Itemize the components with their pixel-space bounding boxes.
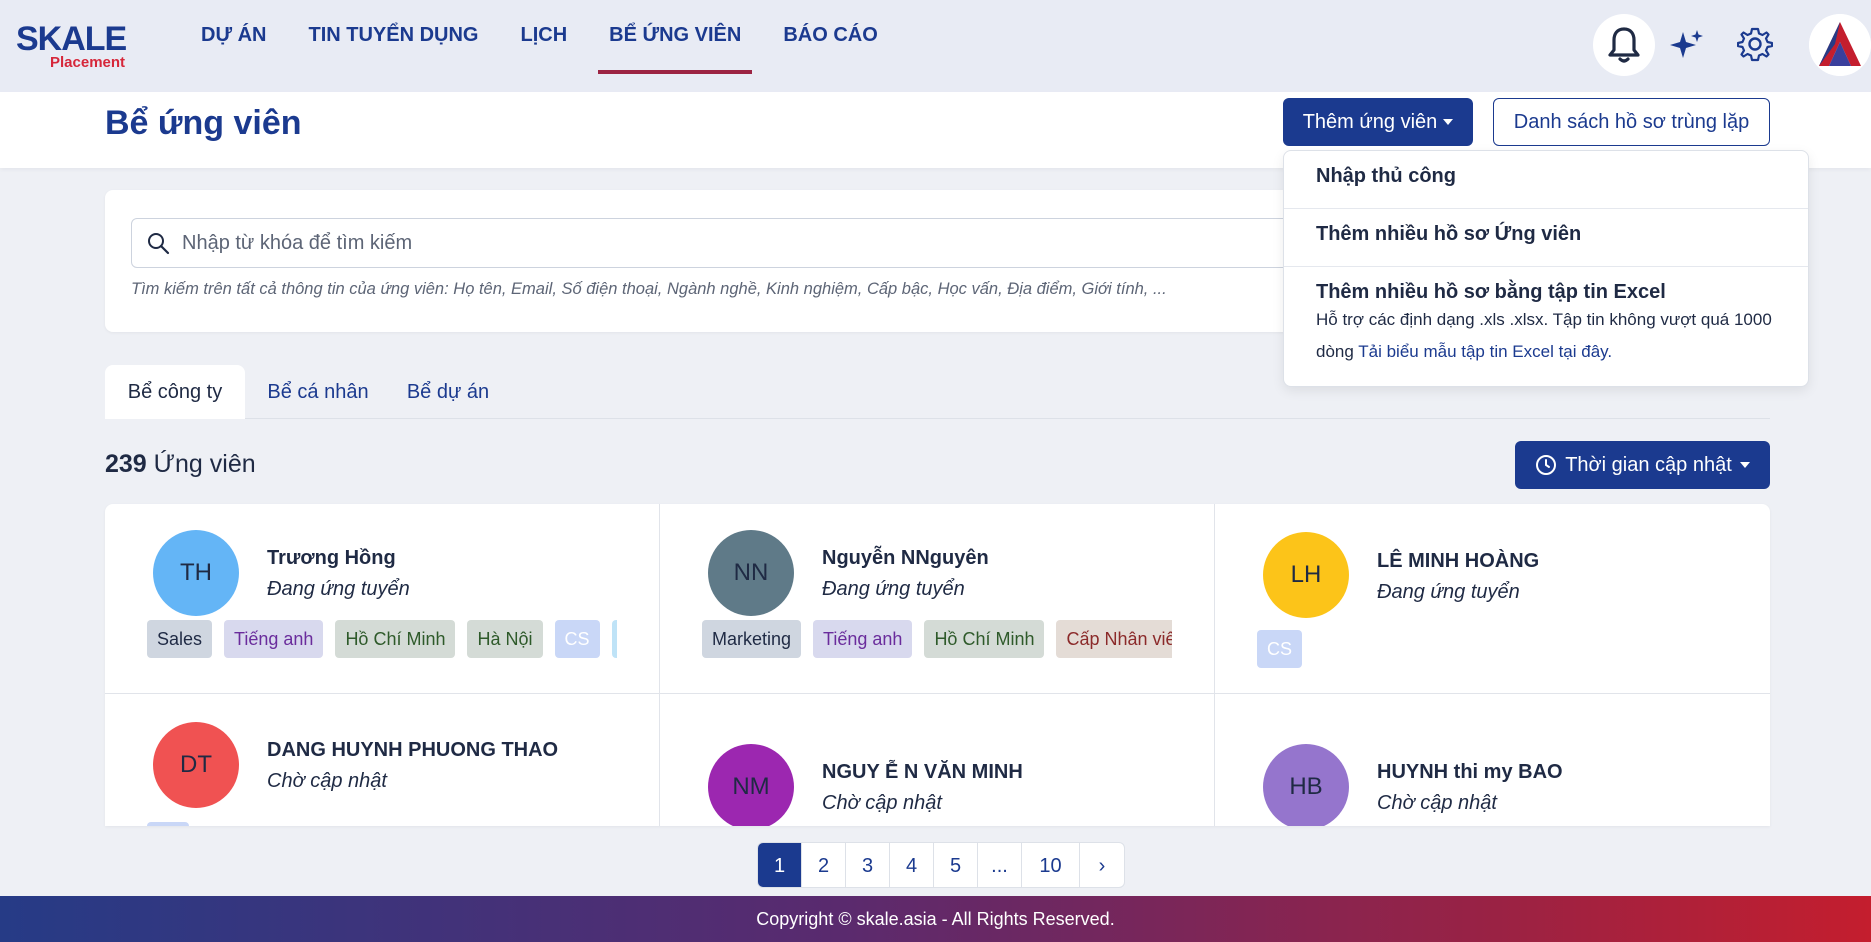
candidate-card[interactable]: HB HUYNH thi my BAO Chờ cập nhật	[1215, 694, 1770, 826]
tag: Sales	[147, 620, 213, 658]
avatar: LH	[1263, 532, 1349, 618]
notification-button[interactable]	[1593, 14, 1655, 76]
clock-icon	[1536, 455, 1557, 475]
candidate-status: Chờ cập nhật	[267, 770, 387, 792]
candidate-name: NGUY Ễ N VĂN MINH	[822, 761, 1023, 783]
dropdown-item-label: Nhập thủ công	[1316, 165, 1456, 187]
download-template-link[interactable]: Tải biểu mẫu tập tin Excel tại đây.	[1358, 342, 1612, 361]
tag-row	[147, 822, 617, 826]
candidate-card[interactable]: NM NGUY Ễ N VĂN MINH Chờ cập nhật	[660, 694, 1215, 826]
tag: Hồ Chí Minh	[335, 620, 456, 658]
candidate-name: DANG HUYNH PHUONG THAO	[267, 739, 559, 761]
add-candidate-label: Thêm ứng viên	[1302, 110, 1438, 133]
sort-button[interactable]: Thời gian cập nhật	[1515, 441, 1770, 489]
tab-company-pool[interactable]: Bể công ty	[105, 365, 245, 419]
tag: Tiếng anh	[813, 620, 913, 658]
pagination: 1 2 3 4 5 ... 10 ›	[757, 842, 1125, 888]
tab-personal-pool[interactable]: Bể cá nhân	[263, 365, 373, 419]
tag	[147, 822, 189, 826]
dropdown-divider	[1284, 266, 1808, 267]
add-candidate-dropdown: Nhập thủ công Thêm nhiều hồ sơ Ứng viên …	[1283, 150, 1809, 387]
tag: CS	[554, 620, 600, 658]
settings-button[interactable]	[1735, 24, 1775, 64]
candidate-card[interactable]: LH LÊ MINH HOÀNG Đang ứng tuyển CS	[1215, 504, 1770, 694]
candidate-name: Trương Hồng	[267, 547, 396, 569]
candidate-card[interactable]: DT DANG HUYNH PHUONG THAO Chờ cập nhật	[105, 694, 660, 826]
copyright-text: Copyright © skale.asia - All Rights Rese…	[756, 908, 1115, 929]
tag: Tiếng anh	[224, 620, 324, 658]
candidate-status: Đang ứng tuyển	[822, 578, 965, 600]
main-menu: DỰ ÁN TIN TUYỂN DỤNG LỊCH BỂ ỨNG VIÊN BÁ…	[190, 0, 909, 92]
excel-description: Hỗ trợ các định dạng .xls .xlsx. Tập tin…	[1316, 304, 1786, 368]
candidate-name: LÊ MINH HOÀNG	[1377, 550, 1540, 572]
next-page-button[interactable]: ›	[1080, 843, 1124, 887]
search-icon	[146, 231, 170, 260]
candidate-count: 239 Ứng viên	[105, 450, 256, 479]
tag: Cấp Nhân viên	[1056, 620, 1172, 658]
avatar: NN	[708, 530, 794, 616]
add-candidate-button[interactable]: Thêm ứng viên	[1283, 98, 1473, 146]
ai-assistant-button[interactable]	[1668, 26, 1706, 64]
candidate-card[interactable]: TH Trương Hồng Đang ứng tuyển Sales Tiến…	[105, 504, 660, 694]
menu-item-lich[interactable]: LỊCH	[509, 0, 578, 74]
menu-item-be-ung-vien[interactable]: BỂ ỨNG VIÊN	[598, 0, 753, 74]
dropdown-item-label: Thêm nhiều hồ sơ Ứng viên	[1316, 223, 1582, 245]
tag	[611, 620, 617, 658]
page-button-4[interactable]: 4	[890, 843, 934, 887]
candidate-name: HUYNH thi my BAO	[1377, 761, 1563, 783]
page-ellipsis: ...	[978, 843, 1022, 887]
gear-icon	[1737, 27, 1773, 62]
dropdown-divider	[1284, 208, 1808, 209]
page-button-5[interactable]: 5	[934, 843, 978, 887]
page-button-1[interactable]: 1	[758, 843, 802, 887]
candidate-card[interactable]: NN Nguyễn NNguyên Đang ứng tuyển Marketi…	[660, 504, 1215, 694]
caret-down-icon	[1443, 119, 1454, 125]
logo-subtitle: Placement	[50, 54, 126, 71]
avatar: HB	[1263, 744, 1349, 826]
tag-row: Sales Tiếng anh Hồ Chí Minh Hà Nội CS	[147, 620, 617, 658]
menu-item-tin-tuyen-dung[interactable]: TIN TUYỂN DỤNG	[297, 0, 489, 74]
search-hint: Tìm kiếm trên tất cả thông tin của ứng v…	[131, 280, 1167, 298]
menu-item-bao-cao[interactable]: BÁO CÁO	[772, 0, 888, 74]
candidate-grid: TH Trương Hồng Đang ứng tuyển Sales Tiến…	[105, 504, 1770, 826]
caret-down-icon	[1739, 462, 1750, 468]
user-avatar-logo-icon	[1809, 14, 1871, 76]
dropdown-item-label: Thêm nhiều hồ sơ bằng tập tin Excel	[1316, 281, 1666, 303]
sparkle-icon	[1670, 30, 1703, 58]
tag-row: Marketing Tiếng anh Hồ Chí Minh Cấp Nhân…	[702, 620, 1172, 658]
menu-item-du-an[interactable]: DỰ ÁN	[190, 0, 277, 74]
duplicate-list-button[interactable]: Danh sách hồ sơ trùng lặp	[1493, 98, 1770, 146]
candidate-status: Đang ứng tuyển	[267, 578, 410, 600]
candidate-status: Đang ứng tuyển	[1377, 581, 1520, 603]
page-button-2[interactable]: 2	[802, 843, 846, 887]
skale-logo[interactable]: SKALE Placement	[16, 20, 136, 72]
tag: CS	[1257, 630, 1303, 668]
page-button-10[interactable]: 10	[1022, 843, 1080, 887]
tab-project-pool[interactable]: Bể dự án	[393, 365, 503, 419]
tag: Marketing	[702, 620, 802, 658]
footer: Copyright © skale.asia - All Rights Rese…	[0, 896, 1871, 942]
avatar: DT	[153, 722, 239, 808]
dropdown-item-bulk[interactable]: Thêm nhiều hồ sơ Ứng viên	[1284, 223, 1808, 263]
candidate-name: Nguyễn NNguyên	[822, 547, 989, 569]
dropdown-item-manual[interactable]: Nhập thủ công	[1284, 165, 1808, 205]
page-title: Bể ứng viên	[105, 104, 302, 142]
candidate-count-number: 239	[105, 450, 147, 478]
tag-row: CS	[1257, 630, 1727, 668]
candidate-status: Chờ cập nhật	[822, 792, 942, 814]
tag: Hà Nội	[467, 620, 543, 658]
avatar: NM	[708, 744, 794, 826]
tag: Hồ Chí Minh	[924, 620, 1045, 658]
sort-label: Thời gian cập nhật	[1565, 453, 1732, 476]
user-avatar[interactable]	[1809, 14, 1871, 76]
avatar: TH	[153, 530, 239, 616]
bell-icon	[1608, 27, 1640, 63]
page-button-3[interactable]: 3	[846, 843, 890, 887]
dropdown-item-excel[interactable]: Thêm nhiều hồ sơ bằng tập tin Excel Hỗ t…	[1284, 281, 1808, 381]
top-navbar: SKALE Placement DỰ ÁN TIN TUYỂN DỤNG LỊC…	[0, 0, 1871, 92]
candidate-count-label: Ứng viên	[153, 450, 256, 478]
candidate-status: Chờ cập nhật	[1377, 792, 1497, 814]
